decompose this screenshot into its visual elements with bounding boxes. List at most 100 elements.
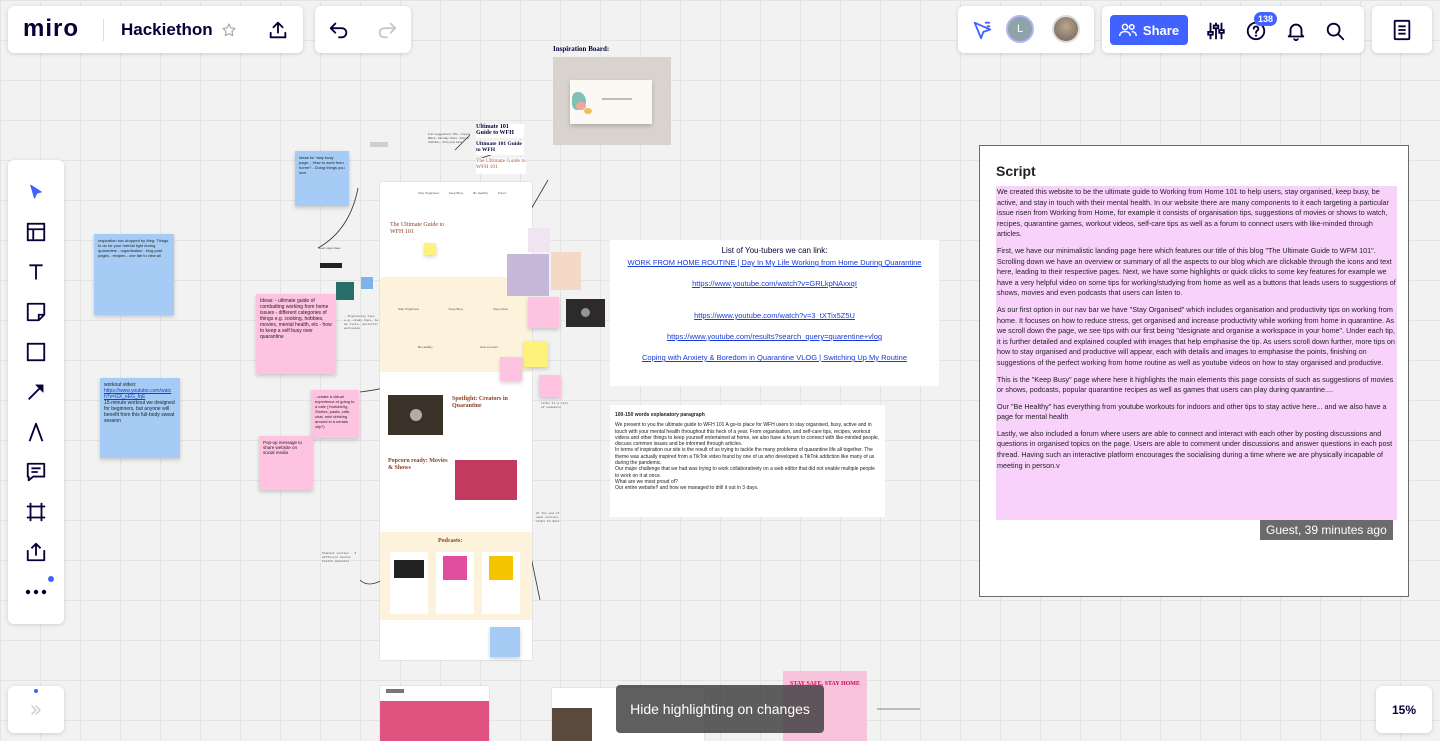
- explanatory-line-1: We present to you the ultimate guide to …: [615, 422, 880, 448]
- share-button[interactable]: Share: [1110, 15, 1188, 45]
- collage-image-2: [528, 228, 550, 252]
- board-title[interactable]: Hackiethon: [121, 20, 213, 40]
- sticky-workout[interactable]: workout video: https://www.youtube.com/w…: [100, 378, 180, 458]
- sticky-pink-c[interactable]: [539, 375, 561, 397]
- avatar-photo[interactable]: [1052, 15, 1080, 43]
- wf-nav: Stay Organised Keep Busy Be Healthy Forum: [418, 191, 507, 195]
- small-dark-tag: [320, 263, 342, 268]
- notes-panel-button: [1372, 6, 1432, 53]
- templates-icon[interactable]: [23, 219, 49, 245]
- yt-link-1[interactable]: WORK FROM HOME ROUTINE | Day In My Life …: [610, 258, 939, 267]
- notes-icon[interactable]: [1389, 18, 1415, 42]
- board-header: miro Hackiethon: [8, 6, 303, 53]
- inspiration-image[interactable]: [553, 57, 671, 145]
- collage-image-1: [507, 254, 549, 296]
- upload-icon[interactable]: [265, 18, 291, 42]
- sticky-forum[interactable]: - create a virtual experience of going t…: [311, 390, 359, 438]
- wf-podcasts-title: Podcasts:: [438, 538, 463, 544]
- script-paragraph-4: This is the "Keep Busy" page where here …: [997, 374, 1394, 395]
- wf-video[interactable]: [388, 395, 443, 435]
- shape-tool-icon[interactable]: [23, 339, 49, 365]
- workout-link[interactable]: https://www.youtube.com/watch?v=GX_eEG_f…: [104, 388, 176, 400]
- share-bar: Share 138: [1102, 6, 1364, 53]
- sticky-pink-b[interactable]: [500, 357, 522, 381]
- workout-body: 15-minute workout we designed for beginn…: [104, 400, 175, 424]
- wf-popcorn: Popcorn ready: Movies & Shows: [388, 458, 448, 471]
- yt-link-5[interactable]: Coping with Anxiety & Boredom in Quarant…: [610, 353, 939, 362]
- tiny-tag: [370, 142, 388, 147]
- new-tools-dot: [48, 576, 54, 582]
- search-icon[interactable]: [1322, 18, 1348, 44]
- youtubers-card[interactable]: List of You-tubers we can link: WORK FRO…: [610, 240, 939, 386]
- youtubers-title: List of You-tubers we can link:: [721, 246, 828, 255]
- more-tools-icon[interactable]: [23, 579, 49, 605]
- title-sample-2: Ultimate 101 Guide to WFH: [476, 141, 524, 155]
- undo-icon[interactable]: [326, 17, 352, 43]
- wf-title: The Ultimate Guide to WFH 101: [390, 222, 445, 235]
- bottom-wireframe-1[interactable]: [380, 686, 489, 741]
- side-notes-2: At the end of each section, links to mor…: [536, 512, 560, 523]
- zoom-control[interactable]: 15%: [1376, 686, 1432, 733]
- frame-tool-icon[interactable]: [23, 499, 49, 525]
- miro-logo[interactable]: miro: [23, 15, 79, 43]
- script-paragraph-6: Lastly, we also included a forum where u…: [997, 428, 1393, 470]
- qr-block: [336, 282, 354, 300]
- bell-icon[interactable]: [1283, 18, 1309, 44]
- star-icon[interactable]: [220, 21, 238, 39]
- avatar[interactable]: L: [1006, 15, 1034, 43]
- connection-line-icon[interactable]: [23, 379, 49, 405]
- collage-image-3: [551, 252, 581, 290]
- script-frame[interactable]: Script We created this website to be the…: [979, 145, 1409, 597]
- script-title: Script: [996, 163, 1036, 179]
- explanatory-line-5: Our entire website!! and how we managed …: [615, 485, 759, 492]
- sticky-note-icon[interactable]: [23, 299, 49, 325]
- collaborators-bar: L: [958, 6, 1094, 53]
- users-icon: [1118, 23, 1137, 37]
- annotation-a: - Organising tips e.g. study tips, to do…: [344, 315, 379, 330]
- sticky-left-inspiration[interactable]: Inspiration box dropped by Meg: Things t…: [94, 234, 174, 315]
- text-tool-icon[interactable]: [23, 259, 49, 285]
- script-paragraph-2: First, we have our minimalistic landing …: [997, 245, 1396, 298]
- notification-count-badge: 138: [1254, 12, 1278, 26]
- video-thumb-right[interactable]: [566, 299, 605, 327]
- podcast-note: Podcast section - 3 different mental hea…: [322, 552, 357, 563]
- inspiration-label: Inspiration Board:: [553, 45, 610, 53]
- comment-icon[interactable]: [23, 459, 49, 485]
- header-divider: [103, 19, 104, 41]
- explanatory-card[interactable]: 100-150 words explanatory paragraph We p…: [610, 405, 885, 517]
- select-tool-icon[interactable]: [23, 179, 49, 205]
- sticky-blue-bottom[interactable]: [490, 627, 520, 657]
- highlight-toast[interactable]: Hide highlighting on changes: [616, 685, 824, 733]
- sticky-yellow-tiny[interactable]: [424, 243, 436, 255]
- wf-popcorn-image: [455, 460, 517, 500]
- sticky-blue-ideas[interactable]: Ideas for 'stay busy' page: - How to wor…: [295, 151, 349, 206]
- sticky-popup[interactable]: Pop-up message to share website on socia…: [259, 436, 313, 490]
- font-notes: Font suggestions: Title - Cooper Black -…: [428, 132, 471, 144]
- explanatory-line-2: In terms of inspiration our site is the …: [615, 447, 875, 467]
- small-caption: Need page ideas: [318, 246, 341, 250]
- title-sample-3: The Ultimate Guide to WFH 101: [476, 158, 526, 174]
- upload-tool-icon[interactable]: [23, 539, 49, 565]
- explanatory-line-3: Our major challenge that we had was tryi…: [615, 466, 875, 479]
- side-notes: Links to a list of podcasts: [541, 402, 569, 409]
- sticky-ideas[interactable]: Ideas: - ultimate guide of combatting wo…: [256, 294, 336, 374]
- wf-spotlight: Spotlight: Creators in Quarantine: [452, 396, 508, 409]
- expand-panel-bar: [8, 686, 64, 733]
- sticky-pink-a[interactable]: [528, 297, 559, 328]
- share-label: Share: [1142, 22, 1180, 38]
- panel-indicator-dot: [34, 689, 38, 693]
- redo-icon[interactable]: [374, 17, 400, 43]
- board-canvas[interactable]: Inspiration Board: Font suggestions: Tit…: [0, 0, 1440, 741]
- sticky-yellow-a[interactable]: [524, 341, 548, 367]
- divider-line: [877, 708, 920, 710]
- yt-link-2[interactable]: https://www.youtube.com/watch?v=GRLkpNAx…: [610, 279, 939, 288]
- yt-link-3[interactable]: https://www.youtube.com/watch?v=3_tXTix5…: [610, 311, 939, 320]
- yt-link-4[interactable]: https://www.youtube.com/results?search_q…: [610, 332, 939, 341]
- expand-chevrons-icon[interactable]: [24, 698, 48, 722]
- script-paragraph-3: As our first option in our nav bar we ha…: [997, 304, 1395, 367]
- undo-redo-bar: [315, 6, 411, 53]
- cursor-follow-icon[interactable]: [970, 18, 994, 42]
- left-toolbar: [8, 160, 64, 624]
- pen-tool-icon[interactable]: [23, 419, 49, 445]
- settings-sliders-icon[interactable]: [1203, 18, 1229, 44]
